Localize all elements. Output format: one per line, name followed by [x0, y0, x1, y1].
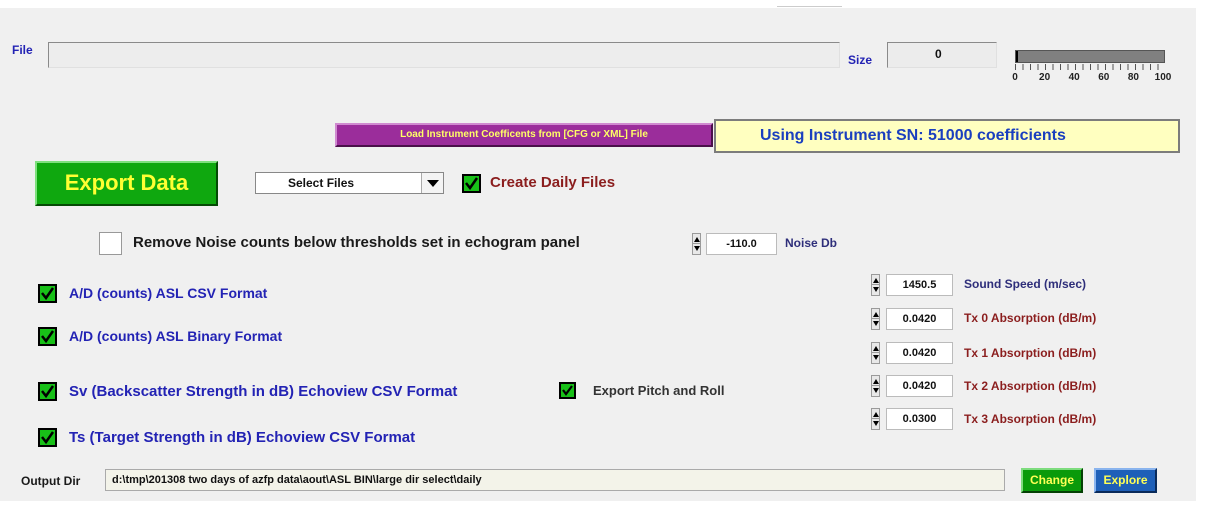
ad-csv-checkbox[interactable]: [38, 284, 57, 303]
spin-up-icon[interactable]: [873, 312, 879, 317]
check-icon: [562, 385, 573, 396]
check-icon: [41, 287, 55, 301]
load-coefficients-button[interactable]: Load Instrument Coefficents from [CFG or…: [335, 123, 713, 147]
tx2-absorption-input[interactable]: 0.0420: [886, 375, 953, 397]
spin-down-icon[interactable]: [694, 246, 700, 251]
progress-tick-label: 100: [1154, 72, 1172, 83]
check-icon: [41, 431, 55, 445]
tx2-absorption-label: Tx 2 Absorption (dB/m): [964, 379, 1097, 393]
tx0-absorption-spinner[interactable]: [871, 308, 880, 330]
ts-csv-label: Ts (Target Strength in dB) Echoview CSV …: [69, 429, 416, 446]
progress-tick-label: 60: [1098, 72, 1110, 83]
ad-binary-checkbox[interactable]: [38, 327, 57, 346]
noise-unit-label: Noise Db: [785, 236, 838, 250]
spin-up-icon[interactable]: [873, 278, 879, 283]
check-icon: [41, 385, 55, 399]
progress-tick-label: 20: [1039, 72, 1051, 83]
progress-tick-label: 80: [1127, 72, 1139, 83]
pitch-roll-checkbox[interactable]: [559, 382, 576, 399]
tx3-absorption-label: Tx 3 Absorption (dB/m): [964, 412, 1097, 426]
tx1-absorption-label: Tx 1 Absorption (dB/m): [964, 346, 1097, 360]
select-files-dropdown[interactable]: Select Files: [255, 172, 444, 194]
spin-up-icon[interactable]: [873, 379, 879, 384]
output-dir-label: Output Dir: [21, 474, 81, 488]
check-icon: [41, 330, 55, 344]
sound-speed-spinner[interactable]: [871, 274, 880, 296]
sv-csv-label: Sv (Backscatter Strength in dB) Echoview…: [69, 383, 458, 400]
export-panel: File Size 0 0 20 40 60 80 100 Load Instrument…: [0, 6, 1196, 501]
sound-speed-label: Sound Speed (m/sec): [964, 277, 1087, 291]
progress-tick-label: 0: [1012, 72, 1018, 83]
remove-noise-label: Remove Noise counts below thresholds set…: [133, 234, 580, 251]
ad-csv-label: A/D (counts) ASL CSV Format: [69, 285, 268, 301]
tx0-absorption-label: Tx 0 Absorption (dB/m): [964, 311, 1097, 325]
tx3-absorption-input[interactable]: 0.0300: [886, 408, 953, 430]
spin-down-icon[interactable]: [873, 388, 879, 393]
spin-down-icon[interactable]: [873, 321, 879, 326]
output-dir-field[interactable]: d:\tmp\201308 two days of azfp data\aout…: [105, 469, 1005, 491]
sv-csv-checkbox[interactable]: [38, 382, 57, 401]
tx1-absorption-input[interactable]: 0.0420: [886, 342, 953, 364]
instrument-status-text: Using Instrument SN: 51000 coefficients: [760, 127, 1066, 144]
pitch-roll-label: Export Pitch and Roll: [593, 383, 725, 398]
spin-down-icon[interactable]: [873, 421, 879, 426]
progress-bar: [1015, 50, 1165, 63]
export-data-button[interactable]: Export Data: [35, 161, 218, 206]
spin-up-icon[interactable]: [873, 412, 879, 417]
spin-up-icon[interactable]: [694, 237, 700, 242]
spin-down-icon[interactable]: [873, 287, 879, 292]
progress-tick-label: 40: [1068, 72, 1080, 83]
tx1-absorption-spinner[interactable]: [871, 342, 880, 364]
check-icon: [465, 177, 479, 191]
remove-noise-checkbox[interactable]: [99, 232, 122, 255]
size-field: 0: [887, 42, 997, 68]
tx2-absorption-spinner[interactable]: [871, 375, 880, 397]
noise-threshold-input[interactable]: -110.0: [706, 233, 777, 255]
create-daily-checkbox[interactable]: [462, 174, 481, 193]
top-separator: [777, 6, 842, 7]
progress-fill: [1016, 51, 1018, 62]
chevron-down-icon: [427, 180, 439, 187]
create-daily-label: Create Daily Files: [490, 174, 616, 191]
ad-binary-label: A/D (counts) ASL Binary Format: [69, 328, 283, 344]
output-dir-value: d:\tmp\201308 two days of azfp data\aout…: [112, 474, 482, 486]
progress-gauge: 0 20 40 60 80 100: [1012, 48, 1179, 88]
change-button[interactable]: Change: [1021, 468, 1083, 493]
dropdown-arrow-button[interactable]: [421, 173, 443, 193]
tx3-absorption-spinner[interactable]: [871, 408, 880, 430]
instrument-status-box: Using Instrument SN: 51000 coefficients: [714, 119, 1180, 153]
tx0-absorption-input[interactable]: 0.0420: [886, 308, 953, 330]
ts-csv-checkbox[interactable]: [38, 428, 57, 447]
file-path-field: [48, 42, 840, 68]
noise-threshold-spinner[interactable]: [692, 233, 701, 255]
sound-speed-input[interactable]: 1450.5: [886, 274, 953, 296]
progress-ticks: [1015, 64, 1165, 70]
spin-up-icon[interactable]: [873, 346, 879, 351]
size-label: Size: [848, 53, 873, 67]
select-files-value: Select Files: [288, 176, 355, 190]
spin-down-icon[interactable]: [873, 355, 879, 360]
progress-tick-labels: 0 20 40 60 80 100: [1012, 72, 1179, 86]
size-value: 0: [935, 47, 942, 61]
explore-button[interactable]: Explore: [1094, 468, 1157, 493]
file-label: File: [12, 43, 33, 57]
